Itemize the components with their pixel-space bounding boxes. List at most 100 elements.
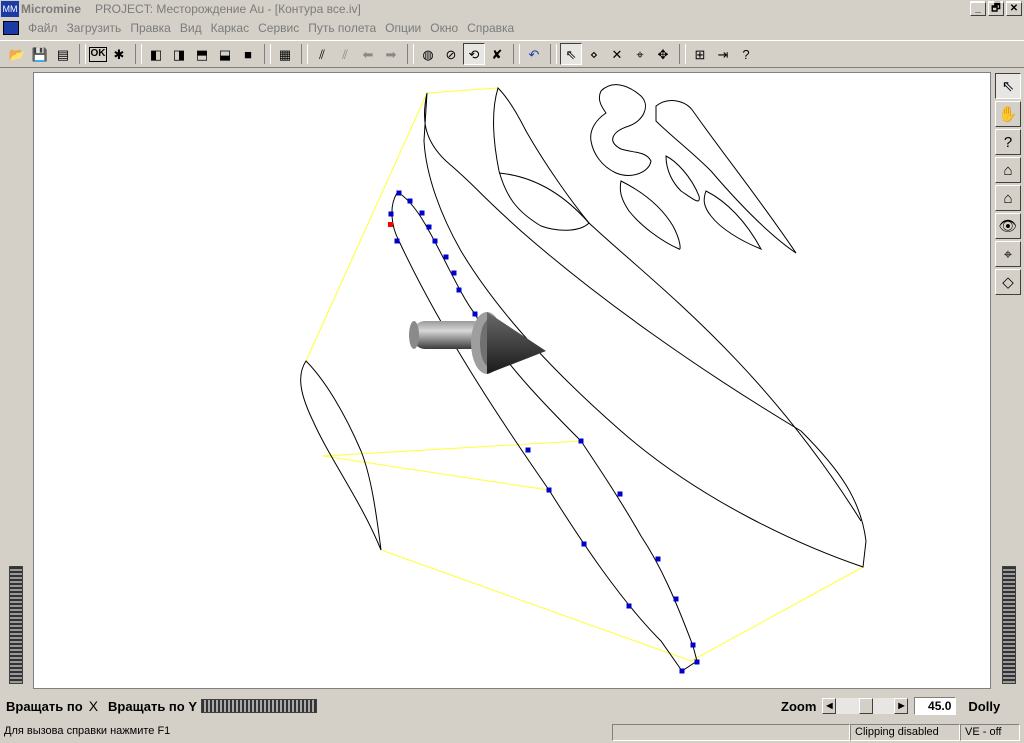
grid-icon[interactable]: ▦	[274, 43, 296, 65]
zoom-decrease-button[interactable]: ◀	[822, 698, 837, 714]
vertex-marker[interactable]	[546, 487, 552, 493]
cube-side-icon[interactable]: ◨	[168, 43, 190, 65]
zoom-increase-button[interactable]: ▶	[894, 698, 909, 714]
vertex-marker[interactable]	[655, 556, 661, 562]
ok-button[interactable]: OK	[89, 46, 107, 62]
vertex-marker[interactable]	[673, 596, 679, 602]
section-line	[380, 549, 864, 662]
menu-help[interactable]: Справка	[467, 21, 514, 35]
selected-vertex-marker[interactable]	[388, 222, 393, 227]
exit-icon[interactable]: ⇥	[712, 43, 734, 65]
zoom-value-field[interactable]: 45.0	[914, 697, 957, 715]
menu-load[interactable]: Загрузить	[67, 21, 122, 35]
select-arrow-icon[interactable]: ⇖	[560, 43, 582, 65]
menu-window[interactable]: Окно	[430, 21, 458, 35]
vertex-marker[interactable]	[578, 438, 584, 444]
vertex-marker[interactable]	[679, 668, 685, 674]
vertex-marker[interactable]	[456, 287, 462, 293]
menu-file[interactable]: Файл	[28, 21, 58, 35]
seek-target-icon[interactable]: ⌖	[995, 241, 1021, 267]
select-pointer-icon[interactable]: ⇖	[995, 73, 1021, 99]
toolbar-separator	[79, 44, 85, 64]
drill-outline-b	[398, 192, 698, 672]
vertex-marker[interactable]	[617, 491, 623, 497]
context-help-icon[interactable]: ?	[735, 43, 757, 65]
zoom-slider-thumb[interactable]	[859, 698, 874, 714]
arrow-left-icon[interactable]: ⬅	[357, 43, 379, 65]
set-home-icon[interactable]: ⌂	[995, 185, 1021, 211]
drill-outline-a	[391, 192, 683, 672]
perspective-cube-icon[interactable]: ◇	[995, 269, 1021, 295]
undo-icon[interactable]: ↶	[523, 43, 545, 65]
vertex-marker[interactable]	[426, 224, 432, 230]
edit-point-icon[interactable]: ⋄	[583, 43, 605, 65]
properties-icon[interactable]: ✱	[108, 43, 130, 65]
globe-icon[interactable]: ◍	[417, 43, 439, 65]
vertex-marker[interactable]	[581, 541, 587, 547]
contour-blob	[590, 84, 652, 176]
doc-restore-button[interactable]: 🗗	[988, 2, 1004, 16]
3d-viewport[interactable]	[33, 72, 991, 689]
vertex-markers[interactable]	[388, 190, 700, 674]
open-folder-icon[interactable]: 📂	[6, 43, 28, 65]
insert-point-icon[interactable]: ⌖	[629, 43, 651, 65]
vertex-marker[interactable]	[690, 642, 696, 648]
home-icon[interactable]: ⌂	[995, 157, 1021, 183]
document-icon[interactable]	[3, 21, 19, 35]
view-all-eye-icon[interactable]: 👁	[995, 213, 1021, 239]
query-help-icon[interactable]: ?	[995, 129, 1021, 155]
rotate-mode-icon[interactable]: ⟲	[463, 43, 485, 65]
arrow-shaft-end	[409, 321, 419, 349]
toolbar-separator	[679, 44, 685, 64]
menu-edit[interactable]: Правка	[130, 21, 171, 35]
cube-iso-icon[interactable]: ⬓	[214, 43, 236, 65]
vertex-marker[interactable]	[432, 238, 438, 244]
vertex-marker[interactable]	[388, 211, 394, 217]
cube-top-icon[interactable]: ⬒	[191, 43, 213, 65]
vertex-marker[interactable]	[626, 603, 632, 609]
vertex-marker[interactable]	[394, 238, 400, 244]
wireframe-scene[interactable]	[34, 73, 990, 688]
main-toolbar: 📂 💾 ▤ OK ✱ ◧ ◨ ⬒ ⬓ ■ ▦ ⫽ ⫽ ⬅ ➡ ◍ ⊘ ⟲ ✘ ↶…	[0, 40, 1024, 68]
cube-front-icon[interactable]: ◧	[145, 43, 167, 65]
menu-wireframe[interactable]: Каркас	[211, 21, 250, 35]
menu-tools[interactable]: Сервис	[258, 21, 299, 35]
contour-blob	[665, 155, 700, 202]
save-icon[interactable]: 💾	[29, 43, 51, 65]
vertex-marker[interactable]	[419, 210, 425, 216]
vertex-marker[interactable]	[694, 659, 700, 665]
sections-disabled-icon[interactable]: ⫽	[334, 43, 356, 65]
link-icon[interactable]: ⊘	[440, 43, 462, 65]
arrow-right-icon[interactable]: ➡	[380, 43, 402, 65]
dolly-thumbwheel[interactable]	[1002, 566, 1016, 684]
sections-icon[interactable]: ⫽	[311, 43, 333, 65]
doc-close-button[interactable]: ✕	[1006, 2, 1022, 16]
contour-outlines	[300, 84, 867, 672]
menu-flight-path[interactable]: Путь полета	[308, 21, 376, 35]
cube-solid-icon[interactable]: ■	[237, 43, 259, 65]
vertex-marker[interactable]	[407, 198, 413, 204]
delete-point-icon[interactable]: ✕	[606, 43, 628, 65]
contour-blob	[703, 190, 763, 250]
vertex-marker[interactable]	[443, 254, 449, 260]
save-all-icon[interactable]: ▤	[52, 43, 74, 65]
vertex-marker[interactable]	[396, 190, 402, 196]
menu-view[interactable]: Вид	[180, 21, 202, 35]
direction-arrow-3d[interactable]	[409, 312, 546, 374]
viewer-controls: Вращать по X Вращать по Y Zoom ◀ ▶ 45.0 …	[0, 693, 1024, 719]
vertex-marker[interactable]	[451, 270, 457, 276]
vertex-marker[interactable]	[472, 311, 478, 317]
rotate-x-thumbwheel[interactable]	[9, 566, 23, 684]
window-layout-icon[interactable]: ⊞	[689, 43, 711, 65]
rotate-y-thumbwheel[interactable]	[201, 699, 317, 713]
delete-icon[interactable]: ✘	[486, 43, 508, 65]
pan-hand-icon[interactable]: ✋	[995, 101, 1021, 127]
zoom-slider[interactable]	[836, 698, 895, 714]
dolly-label: Dolly	[968, 698, 1001, 714]
move-point-icon[interactable]: ✥	[652, 43, 674, 65]
rotate-x-axis-label: X	[88, 698, 99, 714]
doc-minimize-button[interactable]: _	[970, 2, 986, 16]
menu-options[interactable]: Опции	[385, 21, 421, 35]
project-title: PROJECT: Месторождение Au - [Контура все…	[95, 2, 361, 16]
vertex-marker[interactable]	[525, 447, 531, 453]
